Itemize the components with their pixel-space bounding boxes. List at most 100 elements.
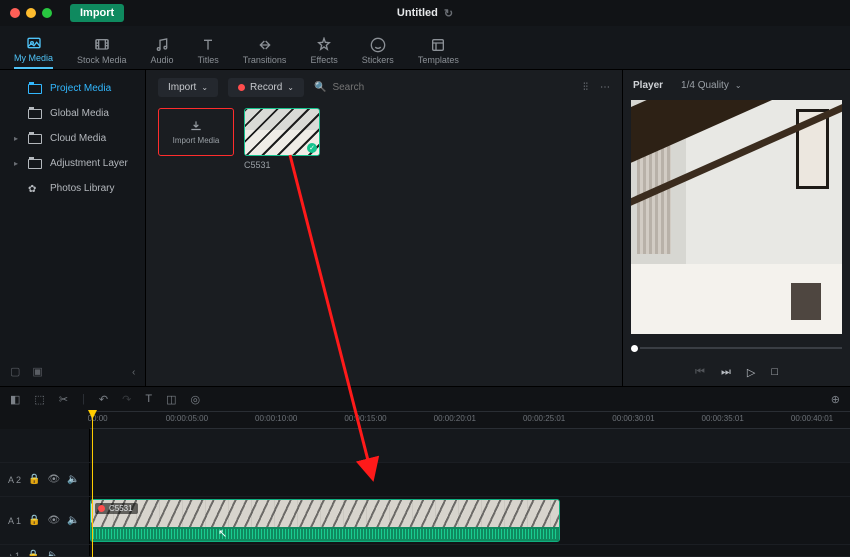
- scrub-playhead-icon[interactable]: [631, 345, 638, 352]
- redo-icon[interactable]: ↷: [122, 393, 131, 406]
- visibility-icon[interactable]: 👁: [47, 515, 60, 526]
- mute-icon[interactable]: 🔈: [46, 550, 58, 556]
- prev-frame-icon[interactable]: ⏮: [695, 366, 705, 379]
- media-toolbar: Import ⌄ Record ⌄ 🔍 ⫶⫶ ⋯: [146, 70, 622, 104]
- play-icon[interactable]: ▷: [747, 366, 755, 379]
- sidebar-item-project-media[interactable]: Project Media: [0, 76, 145, 101]
- preview-controls: ⏮ ⏭ ▷ □: [623, 358, 850, 386]
- track-body-a2[interactable]: [90, 463, 850, 496]
- tab-label: Audio: [151, 55, 174, 65]
- chevron-down-icon: ⌄: [287, 83, 294, 92]
- search-input[interactable]: [332, 82, 452, 93]
- record-dropdown[interactable]: Record ⌄: [228, 78, 304, 97]
- minimize-window-icon[interactable]: [26, 8, 36, 18]
- preview-panel: Player 1/4 Quality ⌄ ⏮ ⏭ ▷ □: [622, 70, 850, 386]
- new-folder-icon[interactable]: ▢: [10, 365, 20, 378]
- clip-thumbnail[interactable]: ✓: [244, 108, 320, 156]
- stop-icon[interactable]: □: [771, 366, 778, 378]
- stickers-icon: [370, 37, 386, 53]
- preview-scrubber[interactable]: [631, 338, 842, 358]
- sidebar-item-cloud-media[interactable]: ▸ Cloud Media: [0, 126, 145, 151]
- undo-icon[interactable]: ↶: [99, 393, 108, 406]
- import-media-box[interactable]: Import Media: [158, 108, 234, 156]
- lock-icon[interactable]: 🔒: [27, 550, 39, 556]
- mute-icon[interactable]: 🔈: [67, 474, 79, 485]
- tab-titles[interactable]: Titles: [198, 37, 219, 69]
- import-button[interactable]: Import: [70, 4, 124, 22]
- track-music-1: ♪ 1 🔒 🔈: [0, 545, 850, 556]
- titlebar: Import Untitled ↻: [0, 0, 850, 26]
- preview-header: Player 1/4 Quality ⌄: [623, 70, 850, 100]
- sidebar-item-global-media[interactable]: Global Media: [0, 101, 145, 126]
- ruler-tick: 00:00:40:01: [791, 414, 833, 423]
- maximize-window-icon[interactable]: [42, 8, 52, 18]
- player-label: Player: [633, 80, 663, 91]
- sidebar-item-label: Photos Library: [50, 183, 114, 194]
- templates-icon: [430, 37, 446, 53]
- import-dropdown-label: Import: [168, 82, 196, 93]
- timeline-ruler[interactable]: 00:0000:00:05:0000:00:10:0000:00:15:0000…: [90, 411, 850, 429]
- tab-stock-media[interactable]: Stock Media: [77, 37, 127, 69]
- text-tool-icon[interactable]: T: [145, 393, 152, 405]
- more-icon[interactable]: ⋯: [600, 82, 610, 93]
- sidebar-item-photos-library[interactable]: ✿ Photos Library: [0, 176, 145, 201]
- tab-my-media[interactable]: My Media: [14, 35, 53, 69]
- cut-tool-icon[interactable]: ✂: [59, 393, 68, 406]
- tab-effects[interactable]: Effects: [310, 37, 337, 69]
- close-window-icon[interactable]: [10, 8, 20, 18]
- lock-icon[interactable]: 🔒: [28, 515, 40, 526]
- used-check-icon: ✓: [307, 143, 317, 153]
- filter-icon[interactable]: ⫶⫶: [583, 82, 588, 93]
- transitions-icon: [257, 37, 273, 53]
- my-media-icon: [26, 35, 42, 51]
- mute-icon[interactable]: 🔈: [67, 515, 79, 526]
- ruler-tick: 00:00:35:01: [702, 414, 744, 423]
- sidebar-item-label: Global Media: [50, 108, 109, 119]
- sidebar-item-label: Adjustment Layer: [50, 158, 128, 169]
- timeline-playhead[interactable]: [92, 411, 93, 557]
- window-controls: [10, 8, 52, 18]
- import-dropdown[interactable]: Import ⌄: [158, 78, 218, 97]
- next-frame-icon[interactable]: ⏭: [721, 366, 731, 379]
- tab-transitions[interactable]: Transitions: [243, 37, 287, 69]
- history-icon[interactable]: ↻: [444, 7, 453, 20]
- ruler-tick: 00:00:25:01: [523, 414, 565, 423]
- track-label: ♪ 1: [8, 551, 20, 557]
- collapse-sidebar-icon[interactable]: ›: [132, 367, 135, 378]
- media-sidebar: Project Media Global Media ▸ Cloud Media…: [0, 70, 146, 386]
- ruler-tick: 00:00:15:00: [344, 414, 386, 423]
- timeline-clip-label: C5531: [95, 503, 138, 514]
- tab-audio[interactable]: Audio: [151, 37, 174, 69]
- marker-tool-icon[interactable]: ◎: [190, 393, 200, 406]
- new-bin-icon[interactable]: ▣: [32, 365, 42, 378]
- record-dropdown-label: Record: [250, 82, 282, 93]
- track-body-music[interactable]: [90, 545, 850, 556]
- timeline-clip[interactable]: C5531: [90, 499, 560, 542]
- timeline-settings-icon[interactable]: ⊕: [831, 393, 840, 406]
- media-search: 🔍: [314, 82, 573, 93]
- project-title: Untitled ↻: [397, 7, 453, 20]
- timeline-toolbar: ◧ ⬚ ✂ | ↶ ↷ T ◫ ◎ ⊕: [0, 387, 850, 411]
- sidebar-item-adjustment-layer[interactable]: ▸ Adjustment Layer: [0, 151, 145, 176]
- crop-tool-icon[interactable]: ◫: [166, 393, 176, 406]
- timeline: ◧ ⬚ ✂ | ↶ ↷ T ◫ ◎ ⊕ 00:0000:00:05:0000:0…: [0, 386, 850, 556]
- tab-stickers[interactable]: Stickers: [362, 37, 394, 69]
- track-label: A 1: [8, 516, 21, 526]
- expand-icon[interactable]: ▸: [14, 134, 20, 143]
- visibility-icon[interactable]: 👁: [47, 474, 60, 485]
- preview-canvas[interactable]: [631, 100, 842, 334]
- module-tabstrip: My Media Stock Media Audio Titles Transi…: [0, 26, 850, 70]
- selection-tool-icon[interactable]: ⬚: [34, 393, 44, 406]
- ruler-tick: 00:00:30:01: [612, 414, 654, 423]
- expand-icon[interactable]: ▸: [14, 159, 20, 168]
- project-title-text: Untitled: [397, 7, 438, 19]
- lock-icon[interactable]: 🔒: [28, 474, 40, 485]
- import-media-label: Import Media: [173, 136, 220, 145]
- tab-templates[interactable]: Templates: [418, 37, 459, 69]
- track-body-a1[interactable]: C5531 ↖: [90, 497, 850, 544]
- ruler-tick: 00:00:20:01: [434, 414, 476, 423]
- quality-dropdown[interactable]: 1/4 Quality ⌄: [681, 80, 742, 91]
- tracks-panel-icon[interactable]: ◧: [10, 393, 20, 406]
- tab-label: Stock Media: [77, 55, 127, 65]
- media-clip[interactable]: ✓ C5531: [244, 108, 320, 170]
